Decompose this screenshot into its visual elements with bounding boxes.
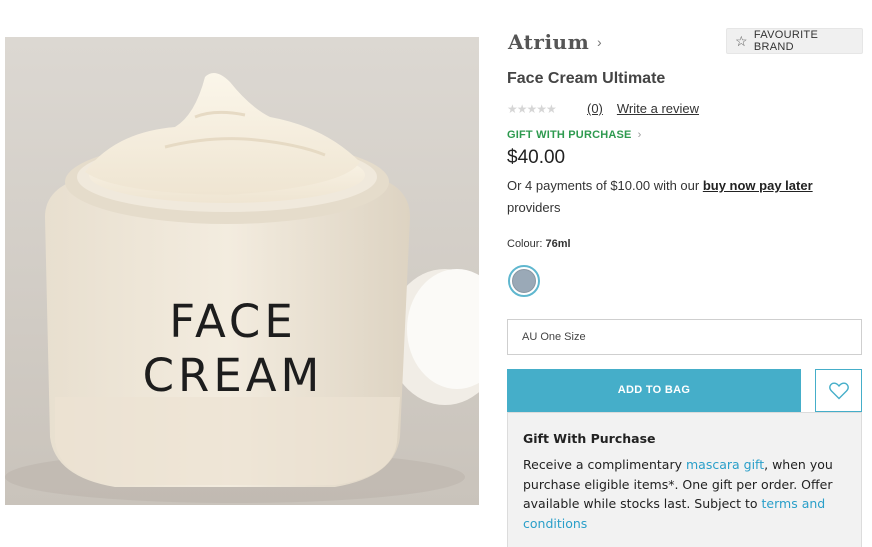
gift-with-purchase-link[interactable]: GIFT WITH PURCHASE › bbox=[507, 129, 641, 141]
payments-suffix: providers bbox=[507, 200, 561, 215]
gift-with-purchase-box: Gift With Purchase Receive a complimenta… bbox=[507, 412, 862, 547]
gift-title: Gift With Purchase bbox=[523, 431, 656, 446]
colour-swatch bbox=[512, 269, 536, 293]
mascara-gift-link[interactable]: mascara gift bbox=[686, 457, 764, 472]
star-outline-icon: ☆ bbox=[735, 32, 748, 49]
brand-name-link[interactable]: Atrium bbox=[508, 30, 589, 54]
gift-description: Receive a complimentary mascara gift, wh… bbox=[523, 455, 847, 533]
rating-row: ★★★★★ (0) Write a review bbox=[507, 101, 699, 116]
size-select[interactable]: AU One Size bbox=[507, 319, 862, 355]
favourite-brand-button[interactable]: ☆ FAVOURITE BRAND bbox=[726, 28, 863, 54]
payments-text: Or 4 payments of $10.00 with our bbox=[507, 178, 703, 193]
brand-row: Atrium › ☆ FAVOURITE BRAND bbox=[507, 28, 863, 58]
product-price: $40.00 bbox=[507, 147, 566, 168]
face-cream-jar-illustration bbox=[5, 37, 479, 505]
colour-selected-value: 76ml bbox=[545, 238, 571, 250]
colour-label-text: Colour: bbox=[507, 238, 543, 250]
gift-with-purchase-label: GIFT WITH PURCHASE bbox=[507, 129, 632, 141]
rating-stars-icon: ★★★★★ bbox=[507, 101, 557, 116]
review-count-link[interactable]: (0) bbox=[587, 101, 603, 116]
buy-now-pay-later-link[interactable]: buy now pay later bbox=[703, 178, 813, 193]
chevron-right-icon[interactable]: › bbox=[597, 34, 602, 50]
product-title: Face Cream Ultimate bbox=[507, 70, 666, 87]
product-details-panel: Atrium › ☆ FAVOURITE BRAND Face Cream Ul… bbox=[507, 0, 863, 547]
jar-label: FACE CREAM bbox=[113, 295, 353, 403]
jar-label-line1: FACE bbox=[169, 295, 297, 348]
gift-text-1: Receive a complimentary bbox=[523, 457, 686, 472]
write-review-link[interactable]: Write a review bbox=[617, 101, 699, 116]
favourite-brand-label: FAVOURITE BRAND bbox=[753, 29, 819, 53]
add-to-bag-button[interactable]: ADD TO BAG bbox=[507, 369, 801, 412]
jar-label-line2: CREAM bbox=[142, 349, 324, 402]
colour-swatch-selected[interactable] bbox=[508, 265, 540, 297]
wishlist-button[interactable] bbox=[815, 369, 862, 412]
colour-label: Colour: 76ml bbox=[507, 238, 571, 250]
payments-info: Or 4 payments of $10.00 with our buy now… bbox=[507, 175, 863, 219]
heart-icon bbox=[828, 381, 849, 399]
product-image[interactable]: FACE CREAM bbox=[5, 37, 479, 505]
chevron-right-icon: › bbox=[637, 129, 642, 141]
